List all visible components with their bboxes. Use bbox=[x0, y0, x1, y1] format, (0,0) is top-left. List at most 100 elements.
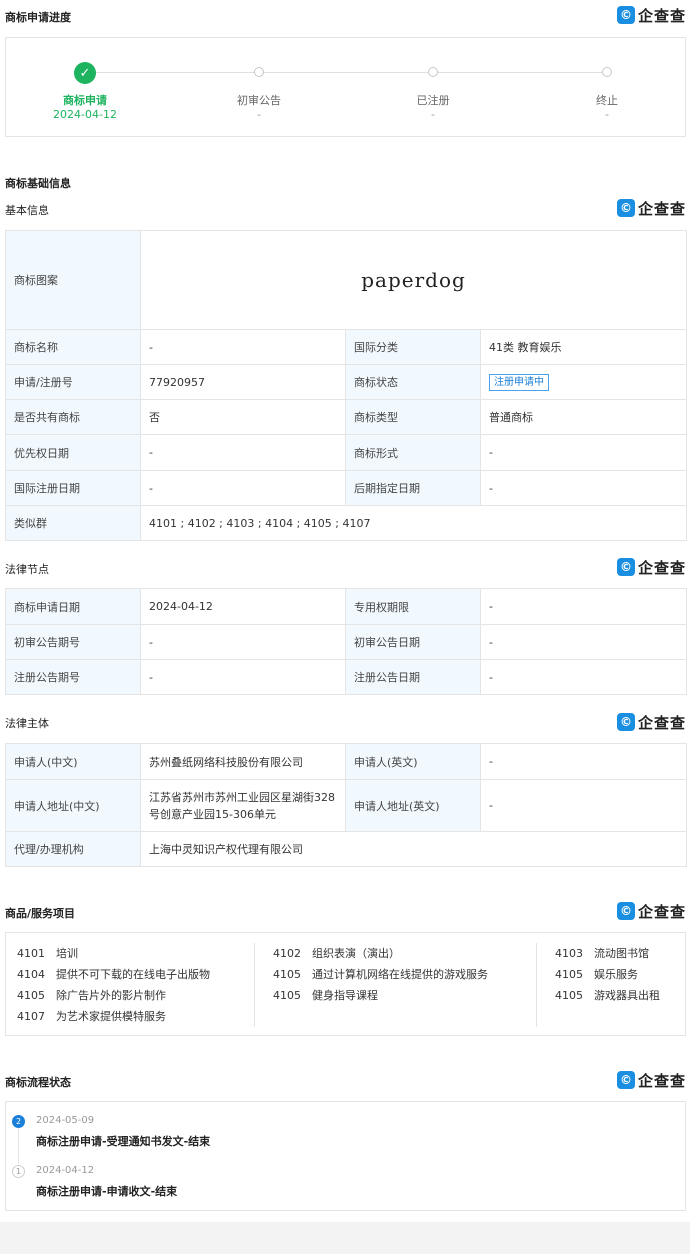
page-footer bbox=[0, 1222, 690, 1254]
flow-date: 2024-05-09 bbox=[36, 1115, 95, 1126]
field-label: 申请人(英文) bbox=[345, 743, 481, 780]
agent-link[interactable]: 上海中灵知识产权代理有限公司 bbox=[140, 831, 687, 867]
goods-name: 为艺术家提供模特服务 bbox=[56, 1010, 166, 1023]
flow-item: 2024-05-09 商标注册申请-受理通知书发文-结束 bbox=[36, 1115, 210, 1149]
goods-name: 通过计算机网络在线提供的游戏服务 bbox=[312, 968, 488, 981]
step-name: 商标申请 bbox=[63, 94, 107, 107]
list-item: 4105 游戏器具出租 bbox=[555, 985, 660, 1006]
progress-panel: ✓ 商标申请 2024-04-12 初审公告 - 已注册 - 终止 - bbox=[5, 37, 686, 137]
goods-column-2: 4102 组织表演（演出） 4105 通过计算机网络在线提供的游戏服务 4105 健身… bbox=[273, 943, 488, 1006]
goods-column-1: 4101 培训 4104 提供不可下载的在线电子出版物 4105 除广告片外的影片制作… bbox=[17, 943, 210, 1027]
goods-name: 娱乐服务 bbox=[594, 968, 638, 981]
list-item: 4105 娱乐服务 bbox=[555, 964, 660, 985]
check-icon: ✓ bbox=[74, 62, 96, 84]
goods-code: 4105 bbox=[17, 989, 45, 1002]
field-label: 注册公告日期 bbox=[345, 659, 481, 695]
field-label: 代理/办理机构 bbox=[5, 831, 141, 867]
goods-code: 4101 bbox=[17, 947, 45, 960]
field-value: 2024-04-12 bbox=[140, 588, 346, 625]
legal-nodes-table: 商标申请日期 2024-04-12 专用权期限 - 初审公告期号 - 初审公告日… bbox=[5, 588, 687, 695]
list-item: 4105 健身指导课程 bbox=[273, 985, 488, 1006]
goods-code: 4102 bbox=[273, 947, 301, 960]
field-value: - bbox=[140, 624, 346, 660]
field-value: 77920957 bbox=[140, 364, 346, 400]
brand-logo[interactable]: © 企查查 bbox=[616, 901, 686, 921]
trademark-image-text: paperdog bbox=[361, 268, 466, 292]
field-value: - bbox=[140, 470, 346, 506]
trademark-image[interactable]: paperdog bbox=[139, 230, 688, 330]
field-value: - bbox=[480, 659, 687, 695]
legal-subject-title: 法律主体 bbox=[5, 717, 49, 730]
field-label: 商标名称 bbox=[5, 329, 141, 365]
field-label: 类似群 bbox=[5, 505, 141, 541]
field-label: 注册公告期号 bbox=[5, 659, 141, 695]
field-label: 商标类型 bbox=[345, 399, 481, 435]
flow-title: 商标流程状态 bbox=[5, 1076, 71, 1089]
step-dot-icon bbox=[254, 67, 264, 77]
step-date: - bbox=[431, 108, 435, 121]
brand-logo-icon: © bbox=[616, 1071, 635, 1089]
field-label: 申请/注册号 bbox=[5, 364, 141, 400]
goods-code: 4105 bbox=[555, 968, 583, 981]
brand-word: 企查查 bbox=[637, 6, 686, 25]
step-date: 2024-04-12 bbox=[53, 108, 117, 121]
step-name: 已注册 bbox=[416, 94, 450, 107]
step-date: - bbox=[257, 108, 261, 121]
field-label: 优先权日期 bbox=[5, 434, 141, 471]
flow-text: 商标注册申请-受理通知书发文-结束 bbox=[36, 1135, 211, 1148]
progress-step-terminated: 终止 - bbox=[547, 62, 667, 121]
brand-logo[interactable]: © 企查查 bbox=[616, 1070, 686, 1090]
field-value: 普通商标 bbox=[479, 399, 688, 435]
step-date: - bbox=[605, 108, 609, 121]
goods-panel: 4101 培训 4104 提供不可下载的在线电子出版物 4105 除广告片外的影片制作… bbox=[5, 932, 686, 1036]
list-item: 4103 流动图书馆 bbox=[555, 943, 660, 964]
similar-group-value: 4101 ; 4102 ; 4103 ; 4104 ; 4105 ; 4107 bbox=[139, 505, 688, 541]
brand-logo[interactable]: © 企查查 bbox=[616, 557, 686, 577]
step-dot-icon bbox=[428, 67, 438, 77]
field-value: - bbox=[479, 434, 688, 471]
progress-step-prelim: 初审公告 - bbox=[199, 62, 319, 121]
brand-word: 企查查 bbox=[637, 558, 686, 577]
goods-code: 4105 bbox=[273, 968, 301, 981]
field-label: 申请人地址(中文) bbox=[5, 779, 141, 832]
brand-logo[interactable]: © 企查查 bbox=[616, 5, 686, 25]
goods-name: 除广告片外的影片制作 bbox=[56, 989, 166, 1002]
brand-logo-icon: © bbox=[616, 6, 635, 24]
field-label: 商标申请日期 bbox=[5, 588, 141, 625]
field-label: 是否共有商标 bbox=[5, 399, 141, 435]
brand-logo[interactable]: © 企查查 bbox=[616, 198, 686, 218]
progress-step-registered: 已注册 - bbox=[373, 62, 493, 121]
goods-divider bbox=[254, 943, 255, 1027]
flow-panel: 2 2024-05-09 商标注册申请-受理通知书发文-结束 1 2024-04… bbox=[5, 1101, 686, 1211]
brand-logo-icon: © bbox=[616, 713, 635, 731]
basic-sub-title: 基本信息 bbox=[5, 204, 49, 217]
flow-step-number: 2 bbox=[12, 1115, 25, 1128]
field-label: 初审公告日期 bbox=[345, 624, 481, 660]
step-name: 终止 bbox=[596, 94, 618, 107]
field-value: - bbox=[140, 434, 346, 471]
brand-logo-icon: © bbox=[616, 902, 635, 920]
brand-word: 企查查 bbox=[637, 1071, 686, 1090]
step-dot-icon bbox=[602, 67, 612, 77]
goods-title: 商品/服务项目 bbox=[5, 907, 76, 920]
goods-name: 提供不可下载的在线电子出版物 bbox=[56, 968, 210, 981]
list-item: 4104 提供不可下载的在线电子出版物 bbox=[17, 964, 210, 985]
field-label: 专用权期限 bbox=[345, 588, 481, 625]
flow-item: 2024-04-12 商标注册申请-申请收文-结束 bbox=[36, 1165, 177, 1199]
field-value: - bbox=[479, 470, 688, 506]
field-label: 国际分类 bbox=[345, 329, 481, 365]
goods-code: 4105 bbox=[555, 989, 583, 1002]
brand-word: 企查查 bbox=[637, 713, 686, 732]
goods-code: 4104 bbox=[17, 968, 45, 981]
applicant-cn-link[interactable]: 苏州叠纸网络科技股份有限公司 bbox=[140, 743, 346, 780]
goods-name: 健身指导课程 bbox=[312, 989, 378, 1002]
progress-step-apply: ✓ 商标申请 2024-04-12 bbox=[25, 62, 145, 121]
brand-logo-icon: © bbox=[616, 199, 635, 217]
progress-line bbox=[85, 72, 609, 73]
field-label: 国际注册日期 bbox=[5, 470, 141, 506]
brand-logo[interactable]: © 企查查 bbox=[616, 712, 686, 732]
brand-logo-icon: © bbox=[616, 558, 635, 576]
goods-code: 4103 bbox=[555, 947, 583, 960]
field-value: - bbox=[480, 779, 687, 832]
flow-step-number: 1 bbox=[12, 1165, 25, 1178]
